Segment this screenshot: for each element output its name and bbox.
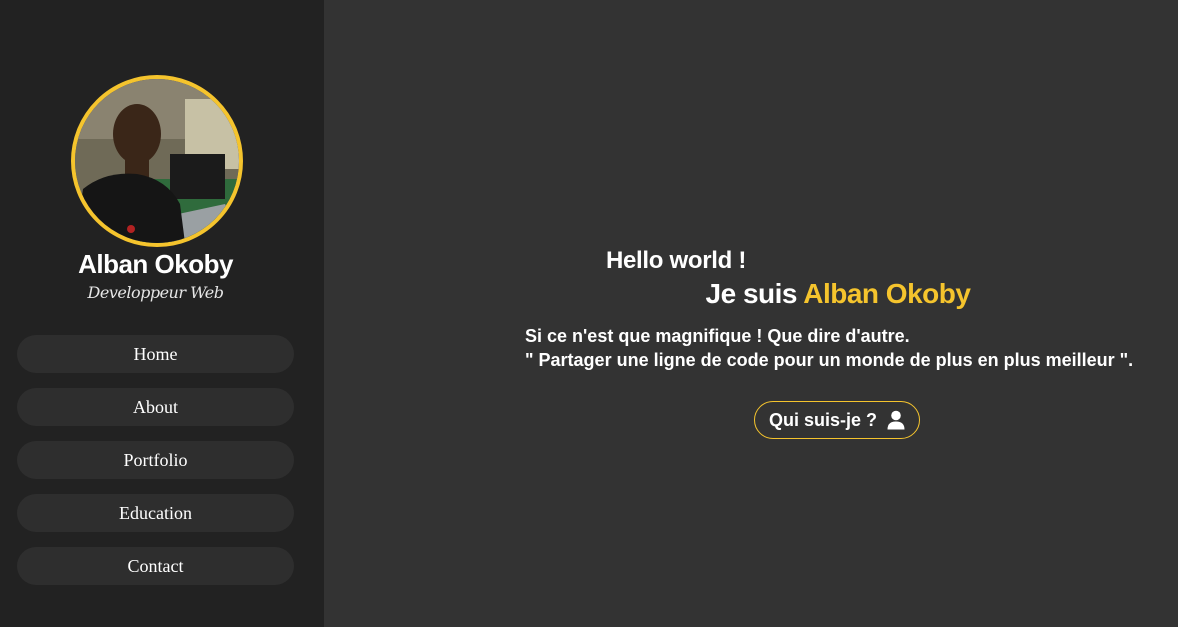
tagline: Si ce n'est que magnifique ! Que dire d'…	[525, 324, 1175, 372]
tagline-line-2: " Partager une ligne de code pour un mon…	[525, 350, 1134, 370]
intro-name: Alban Okoby	[803, 278, 971, 309]
nav-item-education[interactable]: Education	[17, 494, 294, 532]
user-icon	[887, 410, 905, 430]
sidebar: Alban Okoby Developpeur Web Home About P…	[0, 0, 324, 627]
greeting-heading: Hello world !	[605, 247, 747, 274]
about-me-button[interactable]: Qui suis-je ?	[754, 401, 920, 439]
intro-prefix: Je suis	[705, 278, 798, 309]
main-content: Hello world ! Je suis Alban Okoby Si ce …	[324, 0, 1178, 627]
nav-item-about[interactable]: About	[17, 388, 294, 426]
nav-item-home[interactable]: Home	[17, 335, 294, 373]
nav-item-contact[interactable]: Contact	[17, 547, 294, 585]
nav-item-portfolio[interactable]: Portfolio	[17, 441, 294, 479]
profile-photo	[75, 79, 239, 243]
sidebar-nav: Home About Portfolio Education Contact	[17, 335, 294, 600]
tagline-line-1: Si ce n'est que magnifique ! Que dire d'…	[525, 326, 910, 346]
intro-heading: Je suis Alban Okoby	[0, 278, 1178, 310]
about-me-button-label: Qui suis-je ?	[768, 409, 878, 430]
avatar	[71, 75, 243, 247]
